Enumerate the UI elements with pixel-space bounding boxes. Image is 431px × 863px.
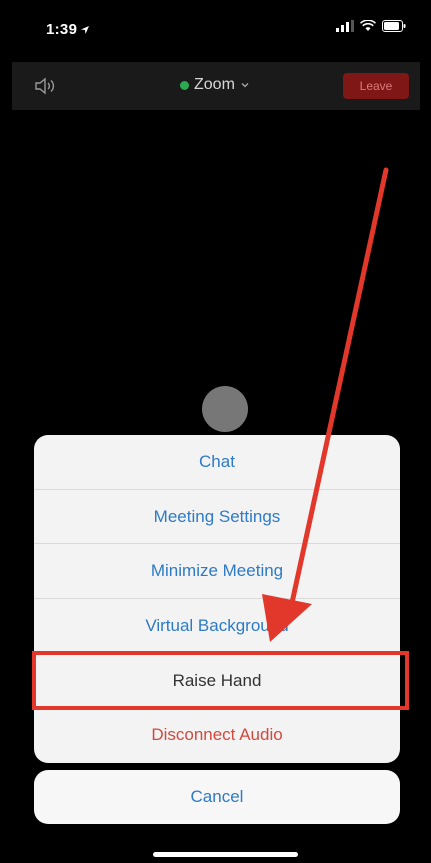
status-bar: 1:39 xyxy=(12,0,420,62)
disconnect-audio-button[interactable]: Disconnect Audio xyxy=(34,708,400,763)
participant-avatar xyxy=(202,386,248,432)
chevron-down-icon xyxy=(241,83,249,88)
meeting-title: Zoom xyxy=(194,76,235,93)
virtual-background-button[interactable]: Virtual Background xyxy=(34,599,400,654)
meeting-settings-button[interactable]: Meeting Settings xyxy=(34,490,400,545)
location-arrow-icon xyxy=(81,26,89,34)
wifi-icon xyxy=(360,20,376,31)
minimize-meeting-button[interactable]: Minimize Meeting xyxy=(34,544,400,599)
battery-icon xyxy=(382,20,406,32)
action-sheet: Chat Meeting Settings Minimize Meeting V… xyxy=(34,435,400,763)
meeting-title-button[interactable]: Zoom xyxy=(180,76,250,94)
home-indicator[interactable] xyxy=(153,852,298,857)
raise-hand-highlight xyxy=(32,651,409,710)
chat-button[interactable]: Chat xyxy=(34,435,400,490)
signal-icon xyxy=(336,20,354,32)
status-icons xyxy=(336,20,406,32)
status-time: 1:39 xyxy=(46,21,78,38)
cancel-button[interactable]: Cancel xyxy=(34,770,400,824)
zoom-meeting-screen: 1:39 Zoom Leave Chat Meeting Settings Mi… xyxy=(12,0,420,863)
secure-shield-icon xyxy=(180,80,189,90)
leave-button[interactable]: Leave xyxy=(343,73,409,99)
speaker-icon[interactable] xyxy=(34,76,58,96)
